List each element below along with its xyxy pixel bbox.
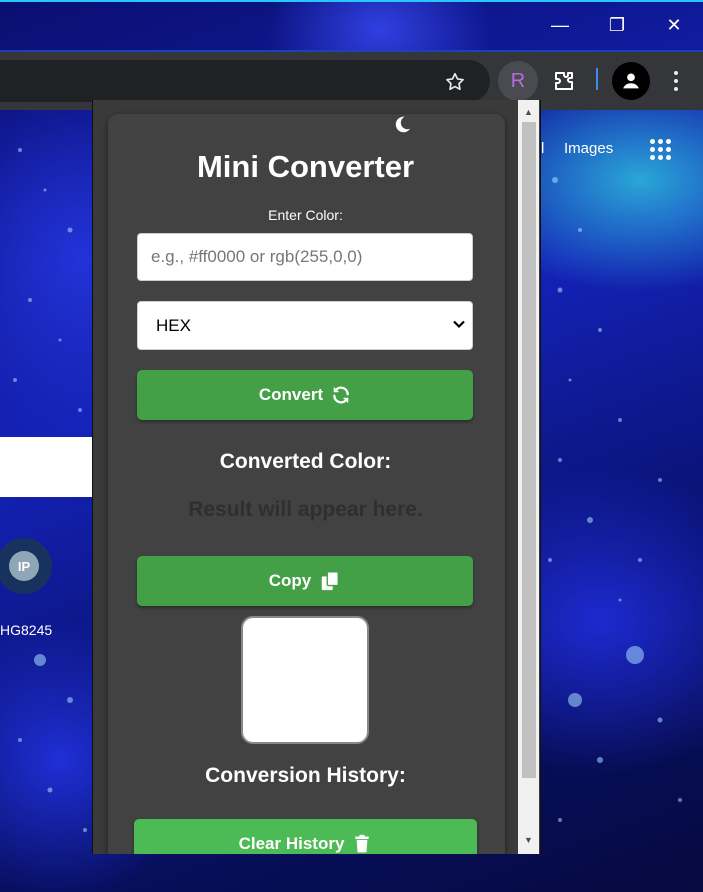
chevron-down-icon xyxy=(453,320,465,329)
clear-history-button[interactable]: Clear History xyxy=(134,819,477,854)
address-bar[interactable] xyxy=(0,60,490,102)
conversion-history-heading: Conversion History: xyxy=(205,764,406,787)
browser-menu-icon[interactable] xyxy=(664,62,688,100)
scroll-up-arrow-icon[interactable]: ▲ xyxy=(518,104,539,120)
images-link[interactable]: Images xyxy=(564,140,613,157)
copy-icon xyxy=(322,571,340,591)
popup-bottom-clip: Clear History xyxy=(93,808,518,854)
toolbar-separator xyxy=(596,68,598,90)
trash-icon xyxy=(355,834,370,853)
window-titlebar: — ❐ ✕ xyxy=(0,0,703,50)
dark-mode-moon-icon[interactable] xyxy=(390,114,412,136)
color-preview-swatch xyxy=(241,616,369,744)
extensions-puzzle-icon[interactable] xyxy=(546,61,582,101)
search-box-edge[interactable] xyxy=(0,437,93,497)
enter-color-label: Enter Color: xyxy=(268,207,343,223)
maximize-button[interactable]: ❐ xyxy=(588,0,646,50)
close-window-button[interactable]: ✕ xyxy=(645,0,703,50)
popup-title: Mini Converter xyxy=(196,149,415,184)
format-select-value: HEX xyxy=(156,315,191,335)
copy-button-label: Copy xyxy=(268,571,312,590)
minimize-button[interactable]: — xyxy=(531,0,589,50)
scroll-down-arrow-icon[interactable]: ▼ xyxy=(518,832,539,848)
page-link-partial[interactable]: l xyxy=(541,140,544,157)
convert-button[interactable]: Convert xyxy=(137,370,473,420)
clear-history-button-label: Clear History xyxy=(238,834,345,853)
sync-arrows-icon xyxy=(333,386,349,404)
extension-r-icon[interactable]: R xyxy=(498,61,538,101)
google-apps-icon[interactable] xyxy=(650,139,671,160)
convert-button-label: Convert xyxy=(258,385,324,404)
bookmark-star-icon[interactable] xyxy=(440,67,470,97)
color-input[interactable] xyxy=(137,233,473,281)
popup-scroll-thumb[interactable] xyxy=(522,122,536,778)
converted-color-heading: Converted Color: xyxy=(219,450,392,473)
result-text: Result will appear here. xyxy=(188,498,423,521)
format-select[interactable]: HEX xyxy=(137,301,473,350)
ip-badge-icon: IP xyxy=(9,551,39,581)
copy-button[interactable]: Copy xyxy=(137,556,473,606)
shortcut-ip-caption: HG8245 xyxy=(0,622,53,638)
profile-avatar-icon[interactable] xyxy=(612,62,650,100)
